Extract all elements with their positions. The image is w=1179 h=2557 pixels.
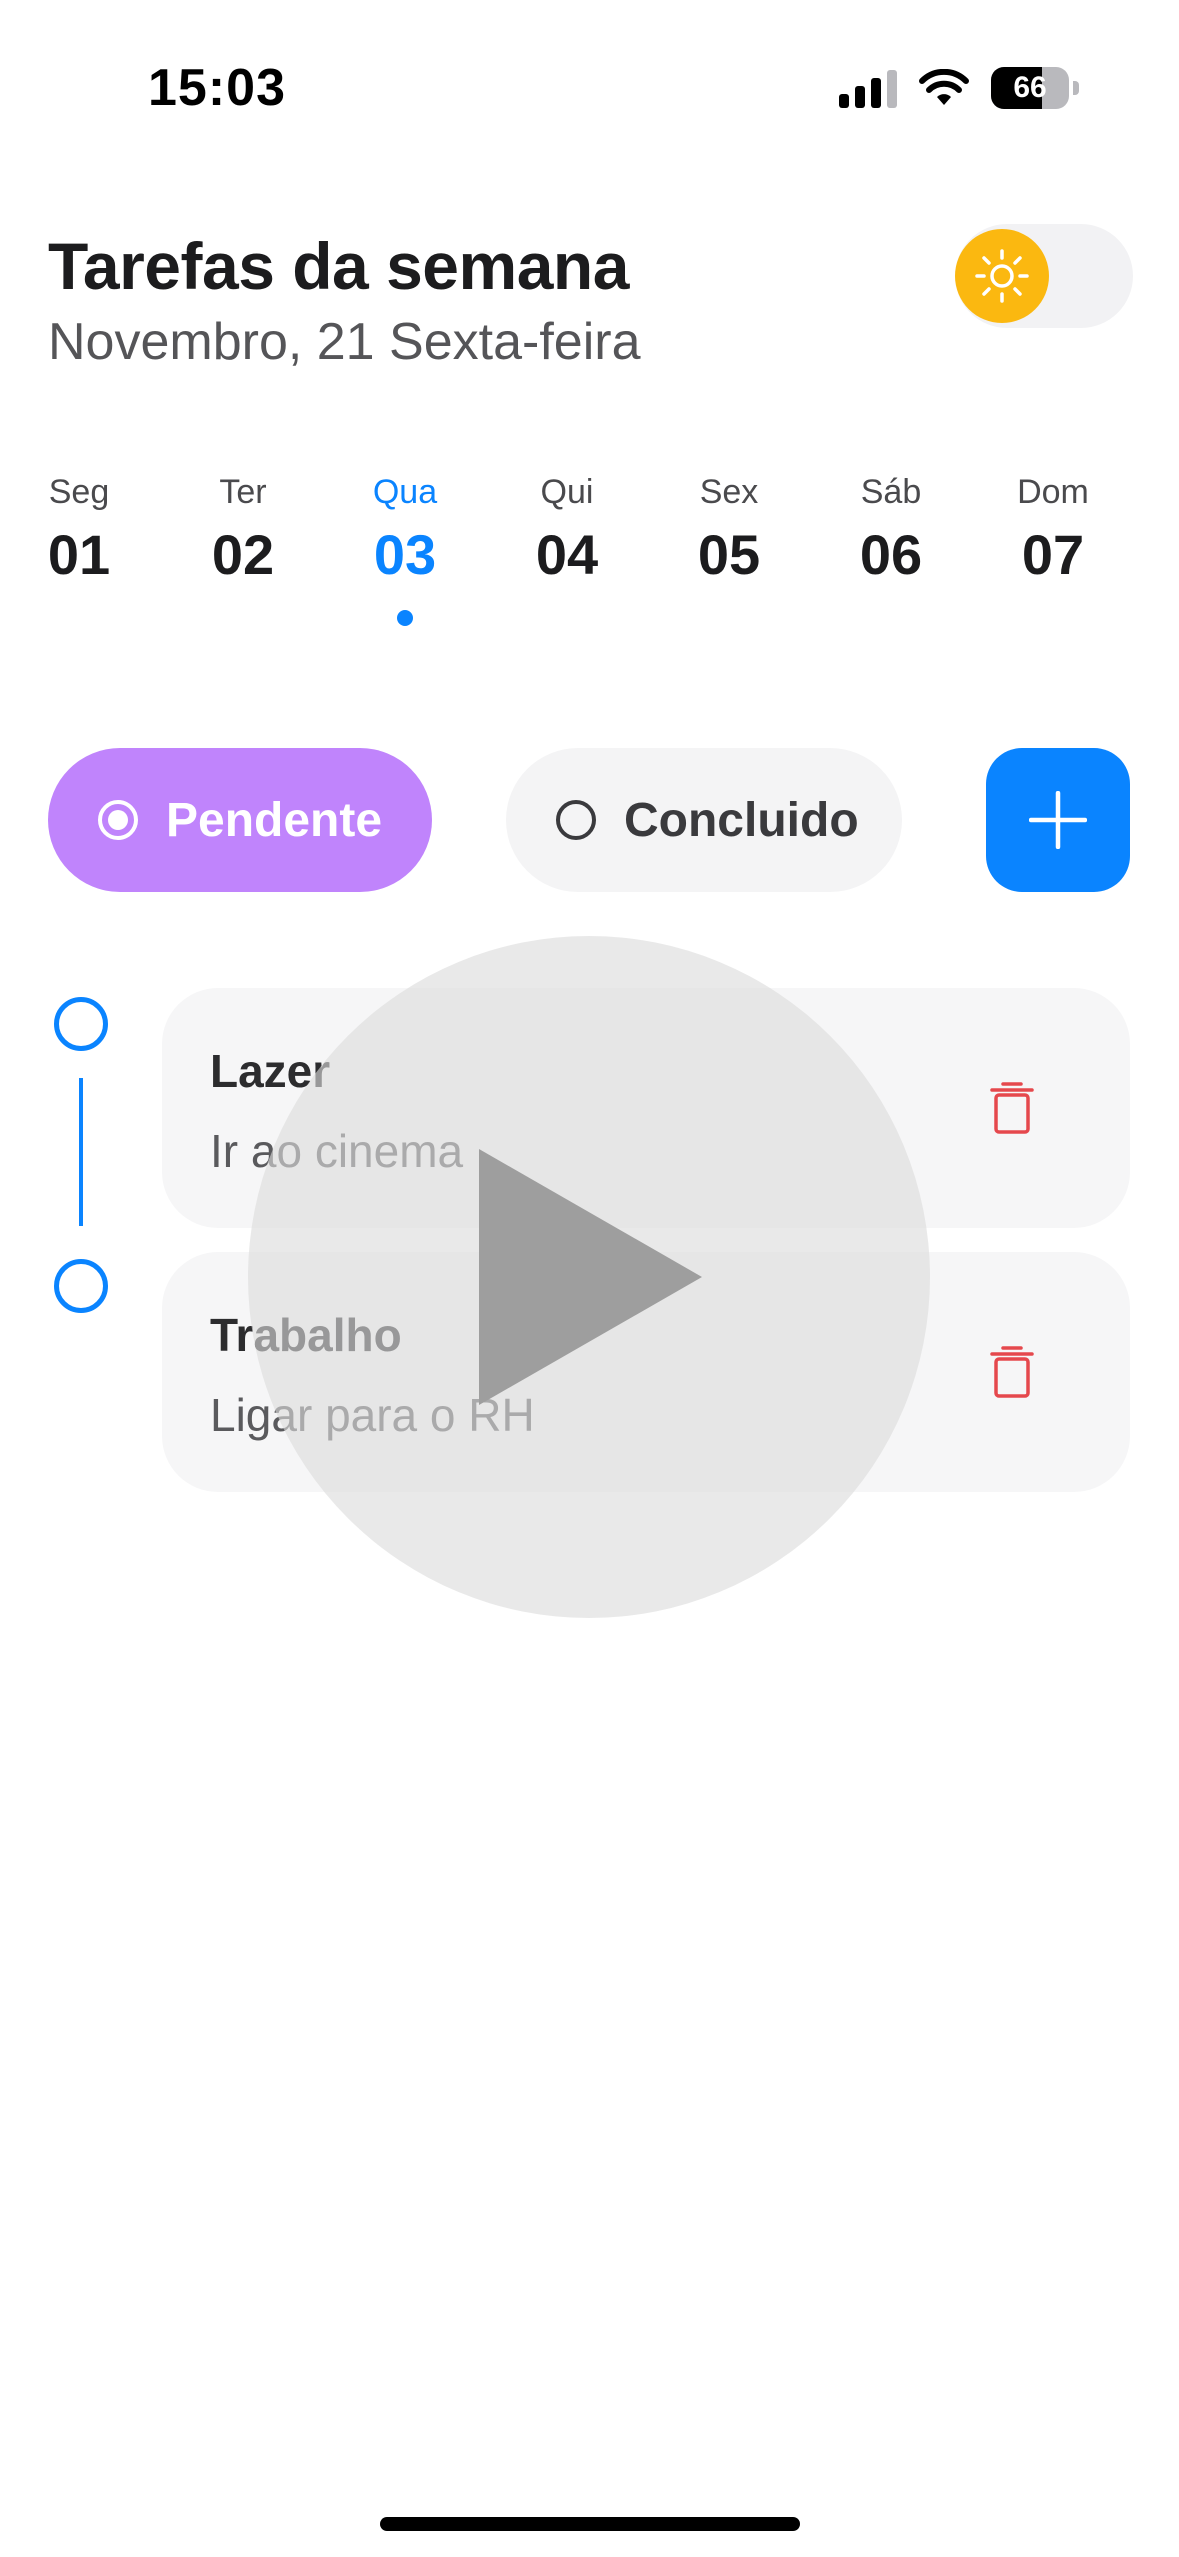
trash-icon xyxy=(990,1346,1034,1398)
day-name: Seg xyxy=(48,473,110,511)
day-name: Dom xyxy=(1017,473,1089,511)
day-seg[interactable]: Seg 01 xyxy=(9,470,149,587)
day-dom[interactable]: Dom 07 xyxy=(983,470,1123,587)
day-number: 04 xyxy=(535,523,599,586)
theme-toggle[interactable] xyxy=(955,224,1133,328)
status-icons: 66 xyxy=(839,66,1079,110)
battery-cap xyxy=(1073,81,1079,95)
radio-selected-icon xyxy=(98,800,138,840)
day-sab[interactable]: Sáb 06 xyxy=(821,470,961,587)
radio-unselected-icon xyxy=(556,800,596,840)
status-time: 15:03 xyxy=(148,59,286,117)
filter-done-button[interactable]: Concluido xyxy=(506,748,902,892)
sun-icon xyxy=(975,249,1029,303)
day-qui[interactable]: Qui 04 xyxy=(497,470,637,587)
plus-icon xyxy=(1029,791,1087,849)
day-ter[interactable]: Ter 02 xyxy=(173,470,313,587)
day-qua[interactable]: Qua 03 xyxy=(335,470,475,626)
theme-toggle-knob[interactable] xyxy=(955,229,1049,323)
filter-done-label: Concluido xyxy=(624,793,859,847)
day-name: Ter xyxy=(219,473,267,511)
selected-day-indicator xyxy=(397,610,413,626)
page-subtitle: Novembro, 21 Sexta-feira xyxy=(48,313,641,371)
task-status-circle[interactable] xyxy=(54,997,108,1051)
day-number: 03 xyxy=(373,523,437,586)
day-name: Qui xyxy=(540,473,594,511)
wifi-icon xyxy=(919,69,969,105)
trash-icon xyxy=(990,1082,1034,1134)
status-bar: 15:03 66 xyxy=(0,0,1179,150)
filter-pending-label: Pendente xyxy=(166,793,383,847)
play-icon xyxy=(479,1149,702,1405)
filter-pending-button[interactable]: Pendente xyxy=(48,748,432,892)
cellular-signal-icon xyxy=(839,68,897,108)
add-task-button[interactable] xyxy=(986,748,1130,892)
day-number: 01 xyxy=(47,523,111,586)
day-sex[interactable]: Sex 05 xyxy=(659,470,799,587)
video-play-overlay[interactable] xyxy=(248,936,930,1618)
page-title: Tarefas da semana xyxy=(48,229,629,303)
timeline-connector xyxy=(79,1078,83,1226)
day-name: Sex xyxy=(699,473,759,511)
home-indicator[interactable] xyxy=(380,2517,800,2531)
day-number: 07 xyxy=(1021,523,1085,586)
day-name: Sáb xyxy=(860,473,922,511)
week-day-selector: Seg 01 Ter 02 Qua 03 Qui 04 Sex 05 Sáb 0… xyxy=(0,470,1179,640)
battery-icon: 66 xyxy=(991,67,1069,109)
delete-task-button[interactable] xyxy=(982,1340,1042,1404)
battery-level: 66 xyxy=(1013,71,1047,104)
day-name: Qua xyxy=(372,473,438,511)
day-number: 05 xyxy=(697,523,761,586)
day-number: 06 xyxy=(859,523,923,586)
delete-task-button[interactable] xyxy=(982,1076,1042,1140)
task-status-circle[interactable] xyxy=(54,1259,108,1313)
day-number: 02 xyxy=(211,523,275,586)
